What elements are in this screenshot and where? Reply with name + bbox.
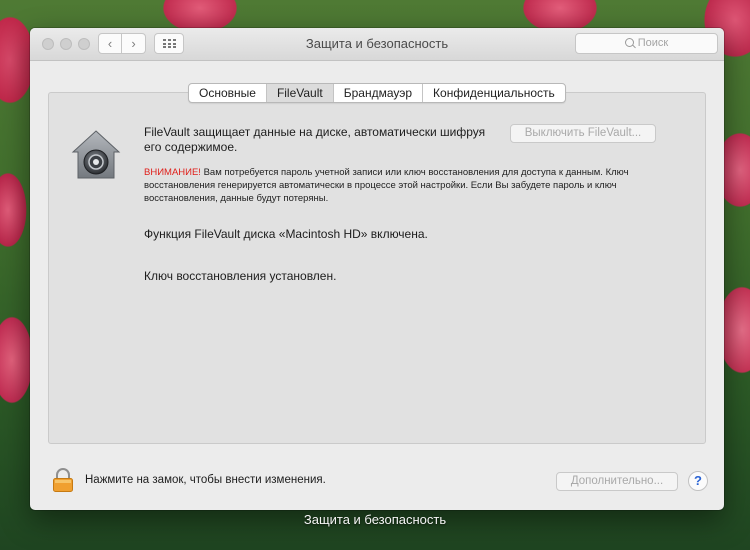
back-button[interactable]: ‹	[98, 33, 122, 54]
chevron-left-icon: ‹	[107, 36, 113, 51]
recovery-key-status: Ключ восстановления установлен.	[144, 269, 337, 283]
tab-bar: Основные FileVault Брандмауэр Конфиденци…	[188, 83, 566, 103]
tab-filevault[interactable]: FileVault	[266, 84, 334, 102]
filevault-house-icon	[71, 130, 121, 179]
advanced-button[interactable]: Дополнительно...	[556, 472, 678, 491]
zoom-window-button[interactable]	[78, 38, 90, 50]
tab-firewall[interactable]: Брандмауэр	[334, 84, 424, 102]
lock-icon[interactable]	[52, 468, 74, 492]
window-caption: Защита и безопасность	[303, 512, 447, 527]
forward-button[interactable]: ›	[122, 33, 146, 54]
warning-label: ВНИМАНИЕ!	[144, 167, 201, 178]
filevault-status: Функция FileVault диска «Macintosh HD» в…	[144, 227, 428, 241]
turn-off-filevault-button[interactable]: Выключить FileVault...	[510, 124, 656, 143]
close-window-button[interactable]	[42, 38, 54, 50]
filevault-description: FileVault защищает данные на диске, авто…	[144, 125, 486, 154]
minimize-window-button[interactable]	[60, 38, 72, 50]
warning-text: Вам потребуется пароль учетной записи ил…	[144, 167, 629, 204]
navigation-buttons: ‹ ›	[98, 33, 146, 54]
title-bar: ‹ › Защита и безопасность Поиск	[30, 28, 724, 61]
search-field[interactable]: Поиск	[575, 33, 718, 54]
tab-general[interactable]: Основные	[189, 84, 267, 102]
tab-privacy[interactable]: Конфиденциальность	[423, 84, 565, 102]
search-placeholder: Поиск	[637, 37, 669, 49]
warning-message: ВНИМАНИЕ! Вам потребуется пароль учетной…	[144, 166, 674, 205]
system-preferences-window: ‹ › Защита и безопасность Поиск Основные…	[30, 28, 724, 510]
window-title: Защита и безопасность	[305, 36, 449, 51]
grid-icon	[163, 39, 176, 48]
search-icon	[624, 38, 634, 47]
lock-instruction: Нажмите на замок, чтобы внести изменения…	[85, 474, 326, 486]
help-button[interactable]: ?	[688, 471, 708, 491]
show-all-button[interactable]	[154, 33, 184, 54]
chevron-right-icon: ›	[131, 36, 136, 51]
